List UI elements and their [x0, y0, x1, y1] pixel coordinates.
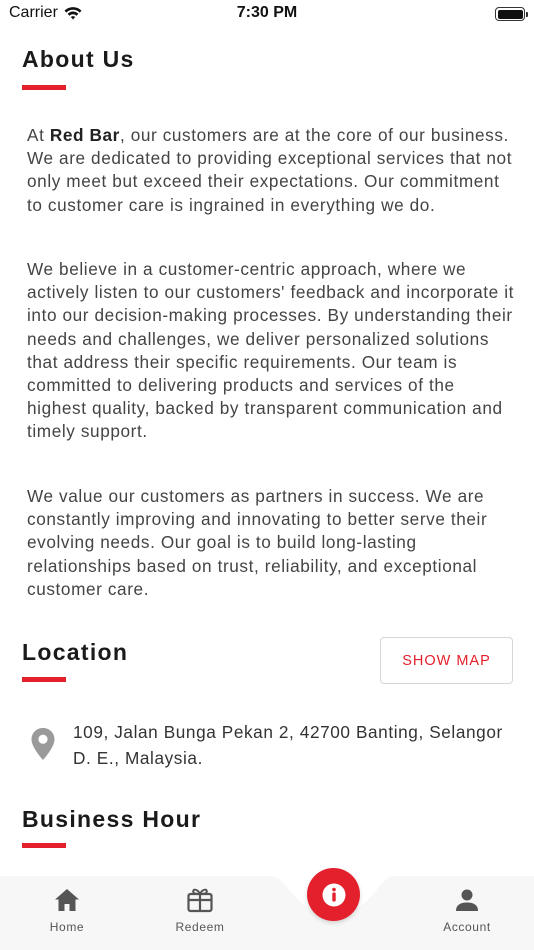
show-map-button[interactable]: SHOW MAP	[380, 637, 513, 684]
person-icon	[456, 889, 478, 911]
nav-home[interactable]: Home	[27, 886, 107, 934]
status-bar: Carrier 7:30 PM	[0, 0, 534, 30]
info-icon	[322, 883, 345, 906]
nav-redeem-label: Redeem	[175, 920, 225, 934]
location-underline	[22, 677, 66, 682]
nav-account[interactable]: Account	[427, 886, 507, 934]
battery-icon	[495, 7, 528, 21]
business-hour-title: Business Hour	[22, 806, 202, 832]
status-time: 7:30 PM	[236, 4, 298, 21]
location-pin-icon	[31, 728, 55, 760]
location-title: Location	[22, 639, 129, 665]
gift-icon	[187, 888, 213, 913]
brand-name: Red Bar	[49, 125, 120, 145]
info-button[interactable]	[307, 868, 360, 921]
nav-redeem[interactable]: Redeem	[160, 886, 240, 934]
bottom-navigation: Home Redeem Account	[0, 868, 534, 950]
about-title: About Us	[22, 46, 135, 72]
about-paragraph-2: We believe in a customer-centric approac…	[27, 259, 514, 442]
about-paragraph-1: At Red Bar, our customers are at the cor…	[27, 124, 515, 217]
about-underline	[22, 85, 66, 90]
about-paragraph-3: We value our customers as partners in su…	[27, 486, 488, 599]
business-hour-underline	[22, 843, 66, 848]
address-text: 109, Jalan Bunga Pekan 2, 42700 Banting,…	[73, 722, 503, 768]
nav-home-label: Home	[49, 920, 85, 934]
nav-account-label: Account	[443, 920, 491, 934]
about-p1-prefix: At	[27, 125, 50, 145]
home-icon	[55, 889, 79, 911]
